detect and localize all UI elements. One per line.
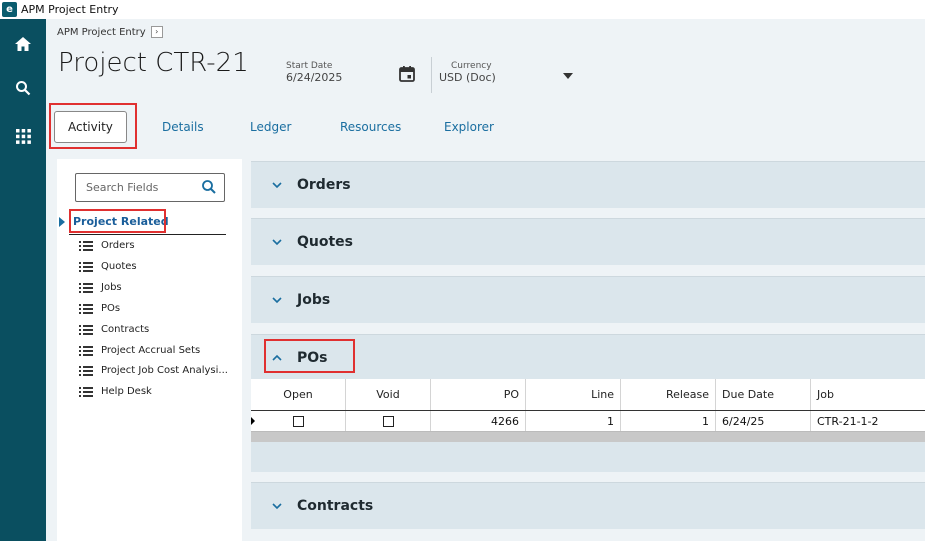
tree-item-jobs[interactable]: Jobs <box>79 282 122 293</box>
grid-header: Open Void PO Line Release Due Date Job <box>251 379 925 411</box>
table-row[interactable]: 4266 1 1 6/24/25 CTR-21-1-2 <box>251 411 925 432</box>
e-logo-icon: e <box>2 2 17 17</box>
nav-rail <box>0 19 46 541</box>
chevron-down-icon[interactable] <box>271 294 283 306</box>
chevron-down-icon[interactable] <box>563 73 573 79</box>
list-icon <box>79 345 93 356</box>
chevron-down-icon[interactable] <box>271 179 283 191</box>
search-placeholder: Search Fields <box>86 181 159 194</box>
grid-footer <box>251 442 925 472</box>
list-icon <box>79 303 93 314</box>
highlight-project-related <box>69 209 166 233</box>
tab-details[interactable]: Details <box>162 109 204 145</box>
tree-item-label: Project Job Cost Analysi... <box>101 365 228 376</box>
breadcrumb-arrow-icon[interactable]: › <box>150 26 163 38</box>
window-title: APM Project Entry <box>21 3 119 16</box>
cell-void <box>346 411 431 431</box>
title-bar: e APM Project Entry <box>0 0 925 19</box>
list-icon <box>79 282 93 293</box>
page-title: Project CTR-21 <box>58 48 249 78</box>
currency-field[interactable]: Currency USD (Doc) <box>439 61 496 84</box>
section-title: Orders <box>297 177 351 193</box>
tree-item-label: Orders <box>101 240 135 251</box>
column-header-release[interactable]: Release <box>621 379 716 410</box>
tree-item-quotes[interactable]: Quotes <box>79 261 137 272</box>
tab-explorer[interactable]: Explorer <box>444 109 494 145</box>
highlight-activity <box>49 103 137 149</box>
column-header-job[interactable]: Job <box>811 379 925 410</box>
section-contracts[interactable]: Contracts <box>251 482 925 529</box>
cell-po[interactable]: 4266 <box>431 411 526 431</box>
cell-line[interactable]: 1 <box>526 411 621 431</box>
tree-item-pos[interactable]: POs <box>79 303 120 314</box>
cell-open <box>251 411 346 431</box>
cell-due-date[interactable]: 6/24/25 <box>716 411 811 431</box>
cell-release[interactable]: 1 <box>621 411 716 431</box>
section-title: Jobs <box>297 292 331 308</box>
start-date-field[interactable]: Start Date 6/24/2025 <box>286 61 342 84</box>
tree-item-label: Project Accrual Sets <box>101 345 201 356</box>
tree-item-orders[interactable]: Orders <box>79 240 135 251</box>
search-icon[interactable] <box>0 80 46 96</box>
currency-value[interactable]: USD (Doc) <box>439 71 496 84</box>
section-jobs[interactable]: Jobs <box>251 276 925 323</box>
start-date-label: Start Date <box>286 61 333 71</box>
tree-item-label: Quotes <box>101 261 137 272</box>
tree-item-contracts[interactable]: Contracts <box>79 324 149 335</box>
column-header-due-date[interactable]: Due Date <box>716 379 811 410</box>
section-quotes[interactable]: Quotes <box>251 218 925 265</box>
caret-right-icon[interactable] <box>59 216 65 227</box>
open-checkbox[interactable] <box>292 415 304 427</box>
column-header-void[interactable]: Void <box>346 379 431 410</box>
calendar-icon[interactable] <box>398 65 416 83</box>
tree-item-project-accrual-sets[interactable]: Project Accrual Sets <box>79 345 200 356</box>
tree-item-label: Contracts <box>101 324 150 335</box>
chevron-down-icon[interactable] <box>271 500 283 512</box>
column-header-line[interactable]: Line <box>526 379 621 410</box>
chevron-down-icon[interactable] <box>271 236 283 248</box>
tab-ledger[interactable]: Ledger <box>250 109 291 145</box>
breadcrumb-label[interactable]: APM Project Entry <box>57 27 146 38</box>
column-header-open[interactable]: Open <box>251 379 346 410</box>
grid-icon[interactable] <box>0 129 46 144</box>
breadcrumb: APM Project Entry › <box>57 26 163 38</box>
tree-item-label: POs <box>101 303 121 314</box>
void-checkbox[interactable] <box>382 415 394 427</box>
home-icon[interactable] <box>0 35 46 53</box>
tab-resources[interactable]: Resources <box>340 109 401 145</box>
header-divider <box>431 57 432 93</box>
section-orders[interactable]: Orders <box>251 161 925 208</box>
column-header-po[interactable]: PO <box>431 379 526 410</box>
section-title: Quotes <box>297 234 354 250</box>
list-icon <box>79 240 93 251</box>
tree-item-help-desk[interactable]: Help Desk <box>79 386 152 397</box>
currency-label: Currency <box>451 61 492 71</box>
start-date-value[interactable]: 6/24/2025 <box>286 71 342 84</box>
tree-item-label: Help Desk <box>101 386 152 397</box>
highlight-pos-section <box>264 339 355 373</box>
tree-item-project-job-cost-analysis[interactable]: Project Job Cost Analysi... <box>79 365 228 376</box>
search-input[interactable]: Search Fields <box>75 173 225 202</box>
search-icon[interactable] <box>201 179 217 195</box>
section-title: Contracts <box>297 498 374 514</box>
list-icon <box>79 261 93 272</box>
grid-summary-row <box>251 432 925 442</box>
list-icon <box>79 365 93 376</box>
list-icon <box>79 386 93 397</box>
cell-job[interactable]: CTR-21-1-2 <box>811 411 925 431</box>
tree-item-label: Jobs <box>101 282 122 293</box>
page-header: APM Project Entry › Project CTR-21 Start… <box>46 19 925 159</box>
tree-root-underline <box>69 234 226 235</box>
list-icon <box>79 324 93 335</box>
